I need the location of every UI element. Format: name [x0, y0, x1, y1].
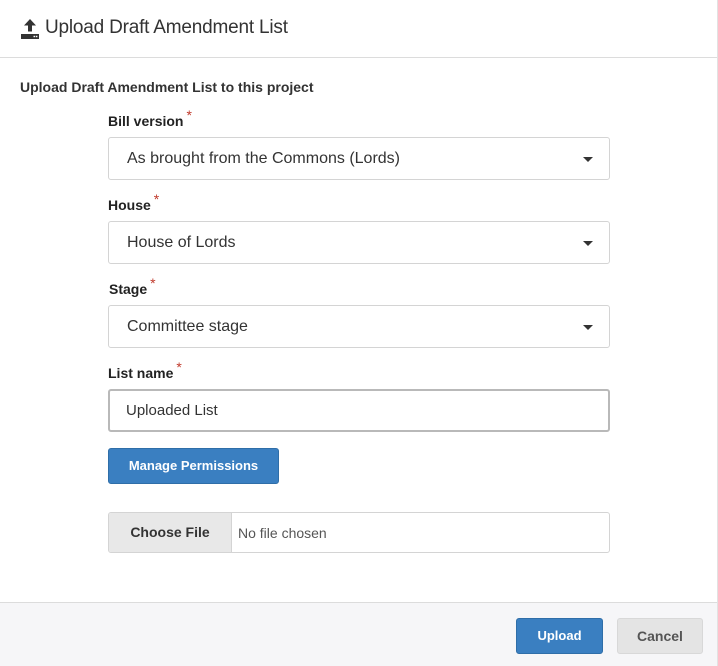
cancel-button[interactable]: Cancel: [617, 618, 703, 654]
stage-label-text: Stage: [109, 281, 148, 297]
stage-value: Committee stage: [127, 318, 248, 335]
caret-down-icon: [583, 325, 593, 330]
dialog-header: Upload Draft Amendment List: [0, 0, 717, 58]
caret-down-icon: [583, 241, 593, 246]
house-label-text: House: [108, 197, 151, 213]
caret-down-icon: [583, 157, 593, 162]
required-marker: *: [176, 359, 182, 375]
bill-version-select[interactable]: As brought from the Commons (Lords): [108, 137, 610, 180]
dialog-title: Upload Draft Amendment List: [45, 17, 288, 38]
house-label: House *: [108, 191, 159, 213]
bill-version-label: Bill version *: [108, 107, 192, 129]
required-marker: *: [153, 191, 160, 207]
file-status-text: No file chosen: [238, 525, 327, 541]
house-value: House of Lords: [127, 234, 236, 251]
bill-version-label-text: Bill version: [108, 113, 184, 129]
list-name-label: List name *: [108, 359, 182, 381]
upload-icon: [21, 19, 39, 39]
dialog-footer: Upload Cancel: [0, 602, 717, 666]
house-select[interactable]: House of Lords: [108, 221, 610, 264]
list-name-label-text: List name: [108, 365, 174, 381]
upload-button[interactable]: Upload: [516, 618, 603, 654]
file-input[interactable]: Choose File No file chosen: [108, 512, 610, 553]
stage-select[interactable]: Committee stage: [108, 305, 610, 348]
list-name-input[interactable]: [108, 389, 610, 432]
manage-permissions-button[interactable]: Manage Permissions: [108, 448, 279, 484]
upload-dialog: Upload Draft Amendment List Upload Draft…: [0, 0, 718, 666]
required-marker: *: [150, 275, 156, 291]
stage-label: Stage *: [109, 275, 156, 297]
intro-text: Upload Draft Amendment List to this proj…: [20, 79, 314, 95]
choose-file-button[interactable]: Choose File: [109, 513, 232, 552]
required-marker: *: [186, 107, 192, 123]
bill-version-value: As brought from the Commons (Lords): [127, 150, 400, 167]
